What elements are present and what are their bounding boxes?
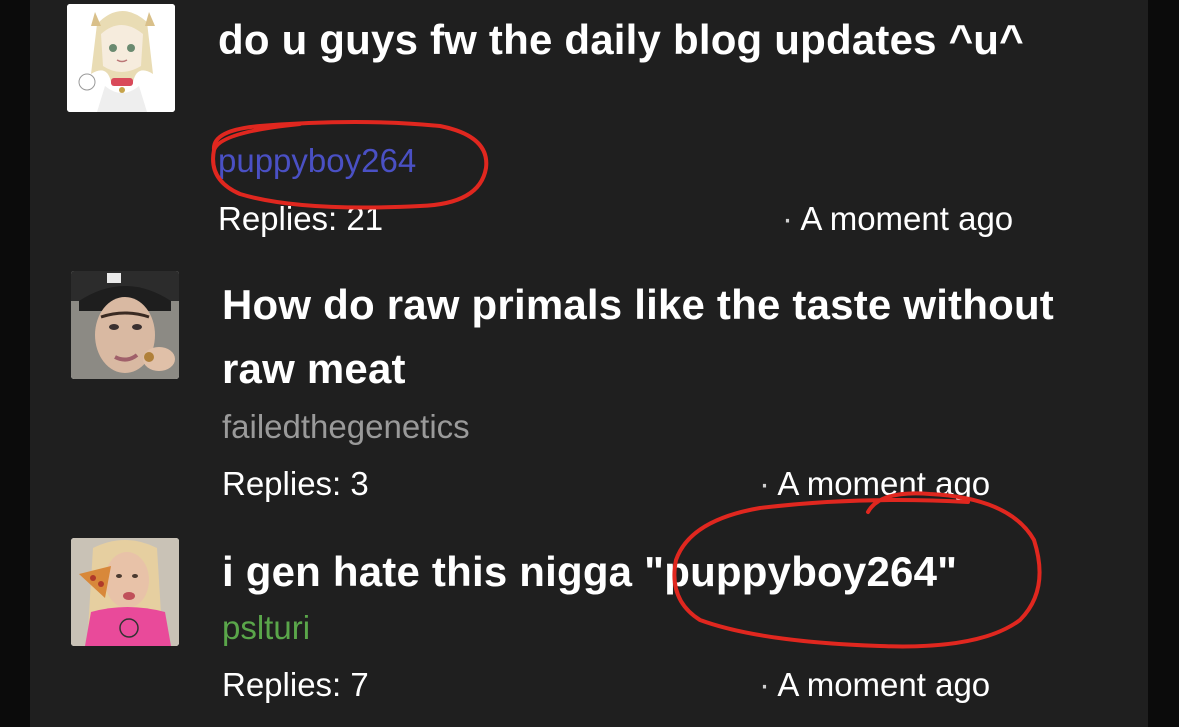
reply-count: Replies: 7 <box>222 666 369 703</box>
thread-author[interactable]: puppyboy264 <box>218 141 416 181</box>
anime-character-avatar-icon <box>67 4 175 112</box>
separator-dot: · <box>782 200 793 237</box>
post-time: · A moment ago <box>759 665 990 705</box>
reply-count: Replies: 3 <box>222 465 369 502</box>
thread-title[interactable]: How do raw primals like the taste withou… <box>222 273 1102 401</box>
young-man-photo-avatar-icon <box>71 271 179 379</box>
time-label: A moment ago <box>800 200 1014 237</box>
reply-count: Replies: 21 <box>218 200 384 237</box>
avatar[interactable] <box>71 538 179 646</box>
avatar[interactable] <box>71 271 179 379</box>
thread-title[interactable]: i gen hate this nigga "puppyboy264" <box>222 540 1102 604</box>
post-time: · A moment ago <box>759 464 990 504</box>
time-label: A moment ago <box>777 666 991 703</box>
thread-item-1[interactable]: do u guys fw the daily blog updates ^u^ … <box>30 0 1148 250</box>
thread-list: do u guys fw the daily blog updates ^u^ … <box>30 0 1148 727</box>
thread-item-3[interactable]: i gen hate this nigga "puppyboy264" pslt… <box>30 530 1148 727</box>
separator-dot: · <box>759 666 770 703</box>
screen: do u guys fw the daily blog updates ^u^ … <box>0 0 1179 727</box>
thread-item-2[interactable]: How do raw primals like the taste withou… <box>30 260 1148 520</box>
girl-with-pizza-photo-avatar-icon <box>71 538 179 646</box>
thread-title[interactable]: do u guys fw the daily blog updates ^u^ <box>218 8 1098 72</box>
post-time: · A moment ago <box>782 199 1013 239</box>
thread-author[interactable]: failedthegenetics <box>222 407 470 447</box>
time-label: A moment ago <box>777 465 991 502</box>
avatar[interactable] <box>67 4 175 112</box>
thread-author[interactable]: pslturi <box>222 608 310 648</box>
separator-dot: · <box>759 465 770 502</box>
